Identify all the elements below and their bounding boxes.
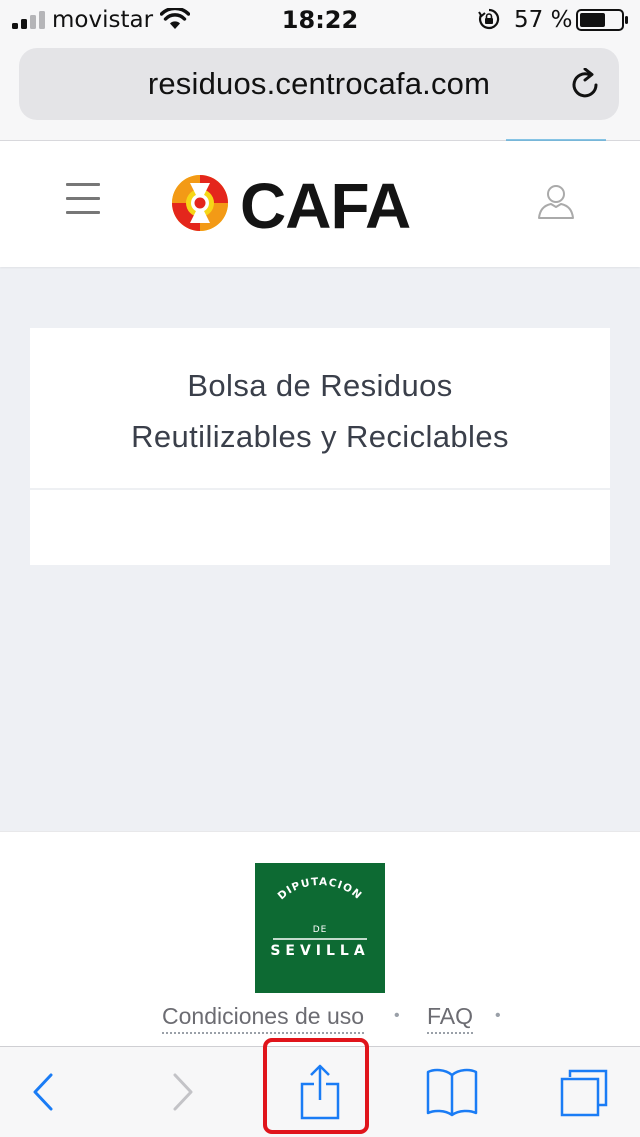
status-bar: movistar 18:22 57 % — [0, 0, 640, 40]
page-title-line-2: Reutilizables y Reciclables — [131, 419, 509, 454]
footer-link-faq[interactable]: FAQ — [427, 1003, 474, 1034]
main-card: Bolsa de Residuos Reutilizables y Recicl… — [30, 328, 610, 565]
battery-icon — [576, 9, 628, 31]
diputacion-sevilla-logo[interactable]: DIPUTACION DE SEVILLA — [255, 863, 385, 993]
page-title: Bolsa de Residuos Reutilizables y Recicl… — [30, 360, 610, 462]
book-icon — [426, 1068, 478, 1117]
tabs-icon — [560, 1069, 608, 1117]
card-divider — [30, 488, 610, 490]
share-button-highlight — [263, 1038, 369, 1134]
chevron-right-icon — [173, 1073, 193, 1111]
forward-button[interactable] — [143, 1047, 223, 1137]
orientation-lock-icon — [478, 8, 500, 30]
url-text[interactable]: residuos.centrocafa.com — [19, 66, 619, 102]
cafa-logo-text[interactable]: CAFA — [240, 169, 411, 243]
footer-separator: • — [495, 1007, 501, 1024]
url-field[interactable]: residuos.centrocafa.com — [19, 48, 619, 120]
browser-address-area: residuos.centrocafa.com — [0, 40, 640, 142]
footer-separator: • — [394, 1007, 400, 1024]
logo-line-3: SEVILLA — [270, 943, 369, 959]
user-account-icon[interactable] — [536, 181, 576, 221]
logo-line-2: DE — [313, 925, 328, 935]
footer-link-conditions[interactable]: Condiciones de uso — [162, 1003, 365, 1034]
battery-percent: 57 % — [514, 7, 573, 33]
tabs-button[interactable] — [544, 1047, 624, 1137]
page-title-line-1: Bolsa de Residuos — [187, 368, 453, 403]
bookmarks-button[interactable] — [412, 1047, 492, 1137]
site-header: CAFA — [0, 141, 640, 267]
cafa-logo-mark-icon[interactable] — [164, 171, 236, 235]
chevron-left-icon — [33, 1073, 53, 1111]
back-button[interactable] — [3, 1047, 83, 1137]
reload-icon[interactable] — [569, 68, 603, 102]
menu-icon[interactable] — [66, 183, 100, 217]
